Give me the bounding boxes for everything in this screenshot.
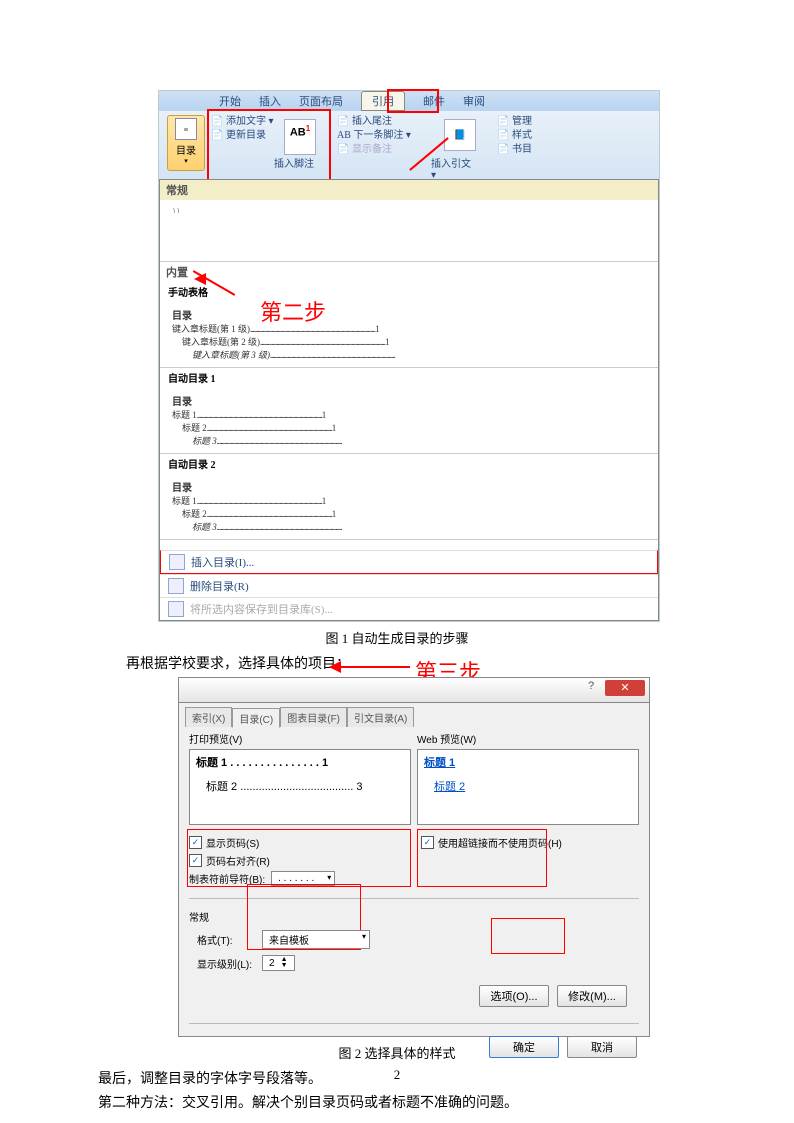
auto-toc-2-thumb[interactable]: 目录 标题 11 标题 21 标题 3 [168, 475, 650, 537]
panel-general-header: 常规 [160, 180, 658, 200]
format-select[interactable]: 来自模板 [262, 930, 370, 949]
red-highlight-step1 [387, 89, 439, 113]
toc-dropdown-button[interactable]: ≡ 目录 ▾ [167, 115, 205, 171]
manual-table-thumb[interactable]: 目录 键入章标题(第 1 级)1 键入章标题(第 2 级)1 键入章标题(第 3… [168, 303, 650, 365]
general-thumb[interactable]: ۱۱ [168, 202, 650, 259]
bibliography-item[interactable]: 📄 书目 [497, 143, 532, 157]
manual-table-label: 手动表格 [160, 282, 658, 301]
next-footnote-item[interactable]: AB 下一条脚注 ▾ [337, 129, 411, 143]
tab-home[interactable]: 开始 [219, 93, 241, 109]
step2-annotation: 第二步 [260, 295, 326, 327]
figure-2-toc-dialog: ? ✕ 索引(X) 目录(C) 图表目录(F) 引文目录(A) 打印预览(V) … [178, 677, 650, 1037]
tab-index[interactable]: 索引(X) [185, 707, 232, 727]
doc-remove-icon [168, 578, 184, 594]
close-button[interactable]: ✕ [605, 680, 645, 696]
dialog-titlebar: ? ✕ [179, 678, 649, 703]
step1-arrow [414, 133, 464, 173]
tab-insert[interactable]: 插入 [259, 93, 281, 109]
cancel-button[interactable]: 取消 [567, 1036, 637, 1058]
show-notes-item: 📄 显示备注 [337, 143, 411, 157]
red-highlight-hyperlink [417, 829, 547, 887]
panel-builtin-header: 内置 [160, 262, 658, 282]
tab-layout[interactable]: 页面布局 [299, 93, 343, 109]
toc-dropdown-panel: 常规 ۱۱ 内置 手动表格 目录 键入章标题(第 1 级)1 键入章标题(第 2… [159, 179, 659, 621]
web-preview-label: Web 预览(W) [417, 731, 639, 746]
insert-endnote-item[interactable]: 📄 插入尾注 [337, 115, 411, 129]
dialog-tabs: 索引(X) 目录(C) 图表目录(F) 引文目录(A) [179, 703, 649, 727]
save-icon [168, 601, 184, 617]
panel-bottom-items: 插入目录(I)... 删除目录(R) 将所选内容保存到目录库(S)... [160, 550, 658, 620]
tab-authorities[interactable]: 引文目录(A) [347, 707, 414, 727]
insert-toc-item[interactable]: 插入目录(I)... [160, 550, 658, 574]
tab-figures[interactable]: 图表目录(F) [280, 707, 347, 727]
web-preview-box: 标题 1 标题 2 [417, 749, 639, 825]
endnote-group: 📄 插入尾注 AB 下一条脚注 ▾ 📄 显示备注 [337, 115, 411, 157]
show-levels-label: 显示级别(L): [189, 956, 252, 971]
tab-review[interactable]: 审阅 [463, 93, 485, 109]
ok-button[interactable]: 确定 [489, 1036, 559, 1058]
separator-2 [189, 1023, 639, 1024]
doc-icon [169, 554, 185, 570]
auto-toc-1-thumb[interactable]: 目录 标题 11 标题 21 标题 3 [168, 389, 650, 451]
citation-group: 📄 管理 📄 样式 📄 书目 [497, 115, 532, 157]
options-button[interactable]: 选项(O)... [479, 985, 549, 1007]
figure1-caption: 图 1 自动生成目录的步骤 [98, 628, 696, 647]
tab-toc[interactable]: 目录(C) [232, 708, 280, 728]
ribbon-body: ≡ 目录 ▾ 📄 添加文字 ▾ 📄 更新目录 AB1 插入脚注 📄 插入尾注 A… [159, 111, 659, 179]
figure-1-word-ribbon-screenshot: 开始 插入 页面布局 引用 邮件 审阅 ≡ 目录 ▾ 📄 添加文字 ▾ 📄 更新… [158, 90, 660, 622]
web-preview-h2-link[interactable]: 标题 2 [434, 781, 465, 793]
web-preview-h1-link[interactable]: 标题 1 [424, 754, 632, 770]
auto-toc-2-label: 自动目录 2 [160, 454, 658, 473]
print-preview-label: 打印预览(V) [189, 731, 411, 746]
body-text-1: 再根据学校要求，选择具体的项目： [98, 653, 696, 677]
print-preview-box: 标题 1 . . . . . . . . . . . . . . . 1 标题 … [189, 749, 411, 825]
format-label: 格式(T): [189, 932, 252, 947]
modify-button[interactable]: 修改(M)... [557, 985, 627, 1007]
auto-toc-1-label: 自动目录 1 [160, 368, 658, 387]
body-text-3: 第二种方法：交叉引用。解决个别目录页码或者标题不准确的问题。 [98, 1092, 696, 1116]
save-selection-item: 将所选内容保存到目录库(S)... [160, 597, 658, 620]
help-button[interactable]: ? [581, 680, 601, 696]
toc-icon: ≡ [175, 118, 197, 140]
page-number: 2 [0, 1067, 794, 1083]
red-highlight-options [491, 918, 565, 954]
show-levels-spinner[interactable]: 2▲▼ [262, 955, 295, 971]
manage-sources-item[interactable]: 📄 管理 [497, 115, 532, 129]
toc-button-label: 目录 [176, 146, 196, 157]
style-item[interactable]: 📄 样式 [497, 129, 532, 143]
remove-toc-item[interactable]: 删除目录(R) [160, 574, 658, 597]
